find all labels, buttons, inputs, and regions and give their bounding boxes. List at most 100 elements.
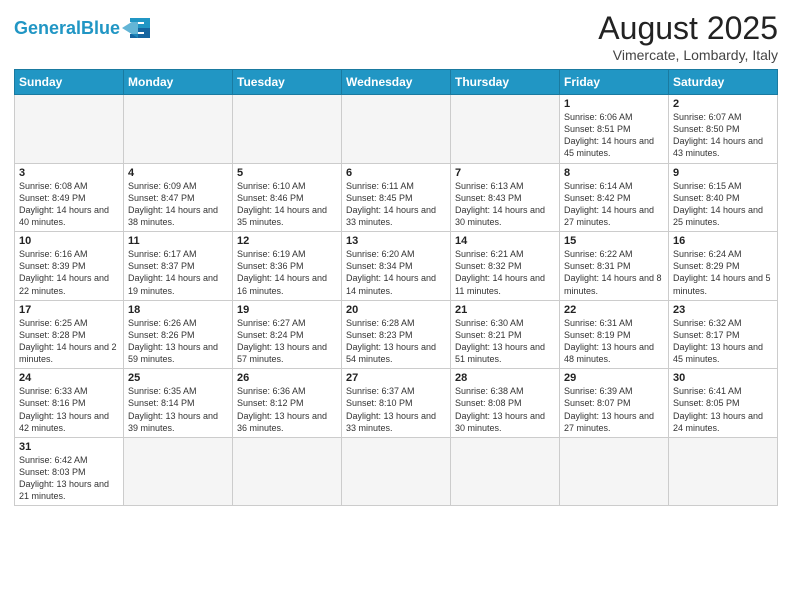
day-number: 13 (346, 235, 446, 247)
day-number: 25 (128, 372, 228, 384)
day-number: 15 (564, 235, 664, 247)
header: GeneralBlue August 2025 Vimercate, Lomba… (14, 10, 778, 63)
day-info: Sunrise: 6:08 AM Sunset: 8:49 PM Dayligh… (19, 180, 119, 229)
calendar-cell: 7Sunrise: 6:13 AM Sunset: 8:43 PM Daylig… (451, 163, 560, 232)
title-block: August 2025 Vimercate, Lombardy, Italy (598, 10, 778, 63)
logo-icon (122, 14, 154, 42)
day-number: 29 (564, 372, 664, 384)
calendar-cell: 24Sunrise: 6:33 AM Sunset: 8:16 PM Dayli… (15, 369, 124, 438)
day-number: 20 (346, 304, 446, 316)
calendar-week-1: 3Sunrise: 6:08 AM Sunset: 8:49 PM Daylig… (15, 163, 778, 232)
day-number: 27 (346, 372, 446, 384)
day-info: Sunrise: 6:21 AM Sunset: 8:32 PM Dayligh… (455, 248, 555, 297)
day-info: Sunrise: 6:07 AM Sunset: 8:50 PM Dayligh… (673, 111, 773, 160)
weekday-header-saturday: Saturday (669, 70, 778, 95)
weekday-header-friday: Friday (560, 70, 669, 95)
calendar-subtitle: Vimercate, Lombardy, Italy (598, 47, 778, 63)
day-info: Sunrise: 6:13 AM Sunset: 8:43 PM Dayligh… (455, 180, 555, 229)
day-number: 8 (564, 167, 664, 179)
weekday-header-tuesday: Tuesday (233, 70, 342, 95)
day-number: 9 (673, 167, 773, 179)
weekday-header-wednesday: Wednesday (342, 70, 451, 95)
calendar-cell: 31Sunrise: 6:42 AM Sunset: 8:03 PM Dayli… (15, 437, 124, 506)
day-info: Sunrise: 6:19 AM Sunset: 8:36 PM Dayligh… (237, 248, 337, 297)
calendar-cell (15, 95, 124, 164)
day-number: 24 (19, 372, 119, 384)
calendar-title: August 2025 (598, 10, 778, 47)
day-number: 30 (673, 372, 773, 384)
day-number: 19 (237, 304, 337, 316)
day-number: 31 (19, 441, 119, 453)
calendar-cell (669, 437, 778, 506)
calendar-cell (124, 95, 233, 164)
day-number: 23 (673, 304, 773, 316)
day-info: Sunrise: 6:24 AM Sunset: 8:29 PM Dayligh… (673, 248, 773, 297)
day-info: Sunrise: 6:10 AM Sunset: 8:46 PM Dayligh… (237, 180, 337, 229)
calendar-cell: 11Sunrise: 6:17 AM Sunset: 8:37 PM Dayli… (124, 232, 233, 301)
day-number: 2 (673, 98, 773, 110)
day-info: Sunrise: 6:35 AM Sunset: 8:14 PM Dayligh… (128, 385, 228, 434)
day-info: Sunrise: 6:36 AM Sunset: 8:12 PM Dayligh… (237, 385, 337, 434)
calendar-cell: 9Sunrise: 6:15 AM Sunset: 8:40 PM Daylig… (669, 163, 778, 232)
day-info: Sunrise: 6:27 AM Sunset: 8:24 PM Dayligh… (237, 317, 337, 366)
calendar-cell: 21Sunrise: 6:30 AM Sunset: 8:21 PM Dayli… (451, 300, 560, 369)
calendar-cell: 8Sunrise: 6:14 AM Sunset: 8:42 PM Daylig… (560, 163, 669, 232)
calendar-cell: 27Sunrise: 6:37 AM Sunset: 8:10 PM Dayli… (342, 369, 451, 438)
day-number: 14 (455, 235, 555, 247)
calendar-cell (342, 437, 451, 506)
day-number: 3 (19, 167, 119, 179)
calendar-cell: 23Sunrise: 6:32 AM Sunset: 8:17 PM Dayli… (669, 300, 778, 369)
day-number: 5 (237, 167, 337, 179)
calendar-cell (451, 437, 560, 506)
calendar-cell: 13Sunrise: 6:20 AM Sunset: 8:34 PM Dayli… (342, 232, 451, 301)
day-number: 18 (128, 304, 228, 316)
logo-blue: Blue (81, 18, 120, 38)
calendar-week-0: 1Sunrise: 6:06 AM Sunset: 8:51 PM Daylig… (15, 95, 778, 164)
calendar-cell: 18Sunrise: 6:26 AM Sunset: 8:26 PM Dayli… (124, 300, 233, 369)
day-info: Sunrise: 6:16 AM Sunset: 8:39 PM Dayligh… (19, 248, 119, 297)
calendar-cell: 16Sunrise: 6:24 AM Sunset: 8:29 PM Dayli… (669, 232, 778, 301)
day-info: Sunrise: 6:09 AM Sunset: 8:47 PM Dayligh… (128, 180, 228, 229)
day-number: 26 (237, 372, 337, 384)
page: GeneralBlue August 2025 Vimercate, Lomba… (0, 0, 792, 612)
day-info: Sunrise: 6:28 AM Sunset: 8:23 PM Dayligh… (346, 317, 446, 366)
day-info: Sunrise: 6:37 AM Sunset: 8:10 PM Dayligh… (346, 385, 446, 434)
day-info: Sunrise: 6:42 AM Sunset: 8:03 PM Dayligh… (19, 454, 119, 503)
calendar-week-3: 17Sunrise: 6:25 AM Sunset: 8:28 PM Dayli… (15, 300, 778, 369)
calendar-cell: 6Sunrise: 6:11 AM Sunset: 8:45 PM Daylig… (342, 163, 451, 232)
calendar-week-4: 24Sunrise: 6:33 AM Sunset: 8:16 PM Dayli… (15, 369, 778, 438)
calendar-cell: 5Sunrise: 6:10 AM Sunset: 8:46 PM Daylig… (233, 163, 342, 232)
calendar-week-2: 10Sunrise: 6:16 AM Sunset: 8:39 PM Dayli… (15, 232, 778, 301)
calendar-header-row: SundayMondayTuesdayWednesdayThursdayFrid… (15, 70, 778, 95)
logo: GeneralBlue (14, 14, 154, 42)
calendar-cell (451, 95, 560, 164)
calendar-cell: 19Sunrise: 6:27 AM Sunset: 8:24 PM Dayli… (233, 300, 342, 369)
logo-general: General (14, 18, 81, 38)
day-number: 7 (455, 167, 555, 179)
day-number: 6 (346, 167, 446, 179)
day-number: 12 (237, 235, 337, 247)
day-number: 22 (564, 304, 664, 316)
day-info: Sunrise: 6:20 AM Sunset: 8:34 PM Dayligh… (346, 248, 446, 297)
day-info: Sunrise: 6:31 AM Sunset: 8:19 PM Dayligh… (564, 317, 664, 366)
calendar-cell (124, 437, 233, 506)
weekday-header-thursday: Thursday (451, 70, 560, 95)
calendar-table: SundayMondayTuesdayWednesdayThursdayFrid… (14, 69, 778, 506)
day-info: Sunrise: 6:25 AM Sunset: 8:28 PM Dayligh… (19, 317, 119, 366)
day-info: Sunrise: 6:32 AM Sunset: 8:17 PM Dayligh… (673, 317, 773, 366)
calendar-cell (233, 437, 342, 506)
day-number: 28 (455, 372, 555, 384)
calendar-cell: 30Sunrise: 6:41 AM Sunset: 8:05 PM Dayli… (669, 369, 778, 438)
day-info: Sunrise: 6:38 AM Sunset: 8:08 PM Dayligh… (455, 385, 555, 434)
calendar-cell: 26Sunrise: 6:36 AM Sunset: 8:12 PM Dayli… (233, 369, 342, 438)
day-info: Sunrise: 6:30 AM Sunset: 8:21 PM Dayligh… (455, 317, 555, 366)
day-info: Sunrise: 6:26 AM Sunset: 8:26 PM Dayligh… (128, 317, 228, 366)
calendar-cell (560, 437, 669, 506)
calendar-cell: 4Sunrise: 6:09 AM Sunset: 8:47 PM Daylig… (124, 163, 233, 232)
calendar-cell (233, 95, 342, 164)
day-info: Sunrise: 6:39 AM Sunset: 8:07 PM Dayligh… (564, 385, 664, 434)
weekday-header-sunday: Sunday (15, 70, 124, 95)
day-info: Sunrise: 6:14 AM Sunset: 8:42 PM Dayligh… (564, 180, 664, 229)
calendar-cell (342, 95, 451, 164)
day-info: Sunrise: 6:06 AM Sunset: 8:51 PM Dayligh… (564, 111, 664, 160)
